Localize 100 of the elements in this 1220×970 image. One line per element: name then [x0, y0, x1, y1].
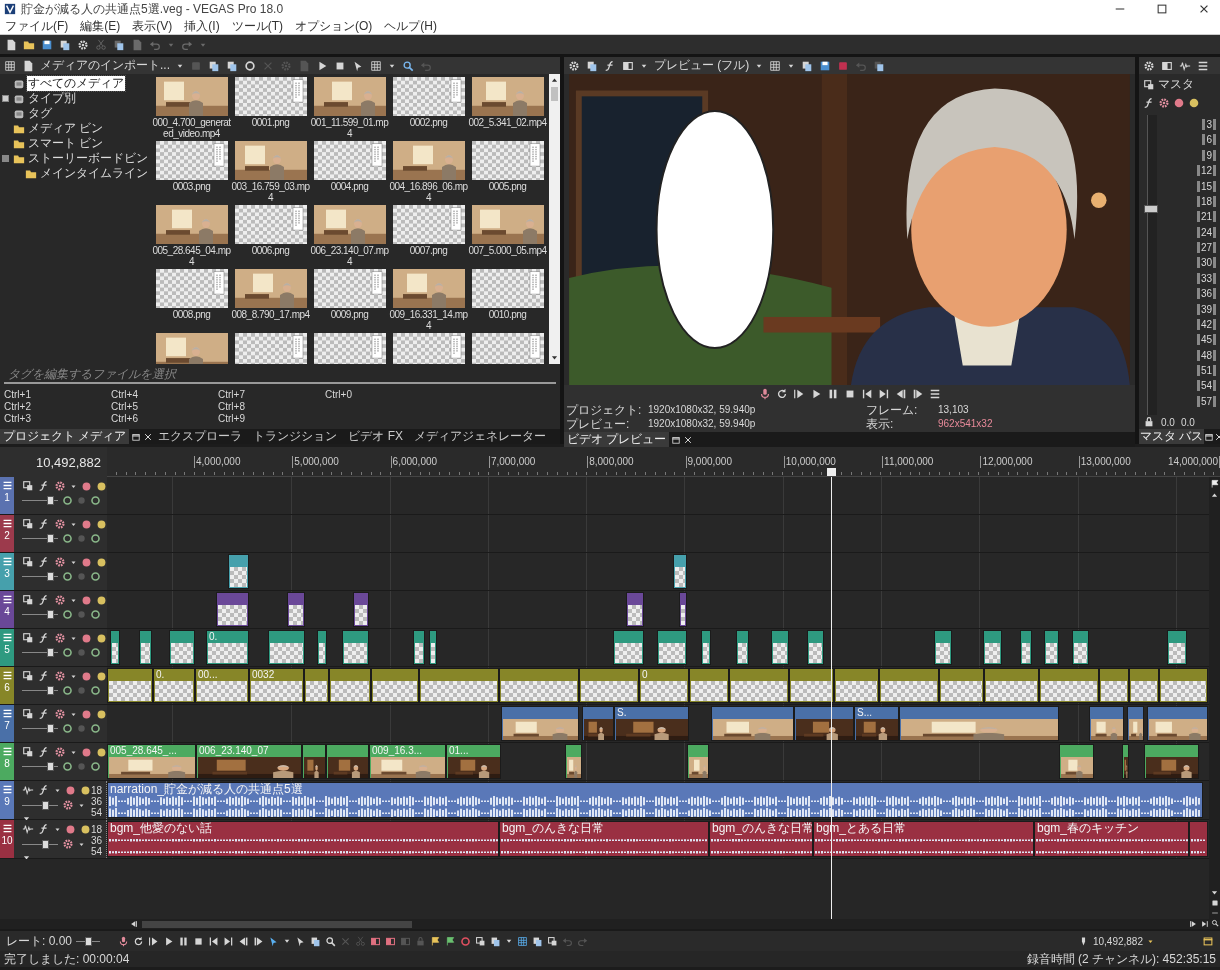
shortcut-label: Ctrl+4: [111, 389, 139, 401]
tree-item[interactable]: メインタイムライン: [39, 166, 149, 181]
scale-label: 54: [1196, 380, 1216, 392]
track-color-strip[interactable]: 1: [0, 477, 14, 514]
channel-scale-label: 36: [91, 835, 104, 846]
clip[interactable]: bgm_春のキッチン: [1034, 821, 1189, 857]
ruler-label: 5,000,000: [292, 456, 339, 468]
shortcut-label: Ctrl+5: [111, 401, 139, 413]
scale-label: 42: [1196, 318, 1216, 330]
track-color-strip[interactable]: 4: [0, 591, 14, 628]
tag-field[interactable]: タグを編集するファイルを選択: [4, 366, 556, 384]
file-name: 0004.png: [329, 181, 370, 192]
ruler-label: 8,000,000: [587, 456, 634, 468]
track-color-strip[interactable]: 10: [0, 820, 14, 858]
channel-scale-label: 36: [91, 796, 104, 807]
tab[interactable]: プロジェクト メディア: [0, 429, 130, 444]
file-name: 0002.png: [408, 117, 449, 128]
clip[interactable]: bgm_のんきな日常: [499, 821, 709, 857]
file-name: 0009.png: [329, 309, 370, 320]
clip[interactable]: bgm_のんきな日常: [709, 821, 813, 857]
shortcut-label: Ctrl+6: [111, 413, 139, 425]
track-color-strip[interactable]: 2: [0, 515, 14, 552]
menu-item[interactable]: 挿入(I): [184, 18, 220, 34]
tab[interactable]: マスタ バス: [1139, 429, 1205, 444]
tree-item[interactable]: スマート ビン: [27, 136, 105, 151]
scale-label: 45: [1196, 334, 1216, 346]
tree-item[interactable]: すべてのメディア: [27, 76, 125, 91]
track-color-strip[interactable]: 9: [0, 781, 14, 819]
tree-item[interactable]: メディア ビン: [27, 121, 105, 136]
clip[interactable]: bgm_他愛のない話: [107, 821, 499, 857]
track-number: 2: [4, 530, 10, 541]
shortcut-label: Ctrl+8: [218, 401, 246, 413]
scale-label: 3: [1202, 119, 1216, 130]
tree-item[interactable]: タグ: [27, 106, 53, 121]
clip-title: 005_28.645_...: [110, 745, 177, 757]
level-reading: 0.0: [1180, 416, 1195, 428]
clip[interactable]: 0.: [153, 668, 195, 703]
status-text: 完了しました: 00:00:04: [4, 950, 130, 968]
shortcut-label: Ctrl+9: [218, 413, 246, 425]
track-color-strip[interactable]: 6: [0, 667, 14, 704]
level-reading: 0.0: [1161, 416, 1175, 428]
menu-item[interactable]: 編集(E): [80, 18, 121, 34]
tab[interactable]: ビデオ プレビュー: [564, 432, 670, 447]
channel-scale-label: 54: [91, 807, 104, 818]
clip[interactable]: S...: [854, 706, 899, 741]
clip[interactable]: 0: [639, 668, 689, 703]
clip[interactable]: 00...: [195, 668, 249, 703]
clip-title: 009_16.3...: [372, 745, 423, 757]
file-name: 0008.png: [171, 309, 212, 320]
file-name: 0005.png: [487, 181, 528, 192]
ruler-label: 13,000,000: [1078, 456, 1131, 468]
menu-item[interactable]: 表示(V): [132, 18, 173, 34]
scale-label: 24: [1196, 226, 1216, 238]
tree-item[interactable]: タイプ別: [27, 91, 77, 106]
track-number: 3: [4, 568, 10, 579]
clip[interactable]: S.: [614, 706, 689, 741]
file-name: 006_23.140_07.mp4: [310, 245, 389, 267]
file-name: 0001.png: [250, 117, 291, 128]
file-name: 0006.png: [250, 245, 291, 256]
info-label: プレビュー:: [566, 417, 631, 431]
scale-label: 48: [1196, 349, 1216, 361]
menu-item[interactable]: ヘルプ(H): [384, 18, 437, 34]
file-name: 004_16.896_06.mp4: [389, 181, 468, 203]
scale-label: 36: [1196, 288, 1216, 300]
menu-item[interactable]: ツール(T): [231, 18, 283, 34]
menu-item[interactable]: ファイル(F): [5, 18, 69, 34]
tree-item[interactable]: ストーリーボードビン: [27, 151, 149, 166]
clip-title: S...: [857, 707, 872, 719]
track-number: 1: [4, 492, 10, 503]
info-label: フレーム:: [866, 403, 919, 417]
master-label: マスタ: [1158, 76, 1194, 93]
file-name: 008_8.790_17.mp4: [231, 309, 310, 320]
ruler-label: 7,000,000: [488, 456, 536, 468]
scale-label: 15: [1196, 180, 1216, 192]
file-name: 009_16.331_14.mp4: [389, 309, 468, 331]
tab[interactable]: トランジション: [250, 429, 344, 444]
ruler-label: 4,000,000: [194, 456, 241, 468]
track-number: 9: [4, 796, 10, 807]
file-name: 007_5.000_05.mp4: [468, 245, 547, 256]
track-lane[interactable]: 0. 00... 0032 0: [107, 667, 1209, 704]
tab[interactable]: メディアジェネレーター: [411, 429, 552, 444]
preview-quality-dropdown[interactable]: プレビュー (フル): [654, 58, 750, 73]
timeline-ruler[interactable]: 4,000,000 5,000,000 6,000,000 7,000,000 8,000,000 9,000,000 10,000,000 11,000,000 12,000,000 13,000,000 14,000,000: [107, 447, 1220, 477]
track-number: 5: [4, 644, 10, 655]
shortcut-label: Ctrl+2: [4, 401, 32, 413]
ruler-label: 11,000,000: [882, 456, 934, 468]
tab[interactable]: ビデオ FX: [345, 429, 409, 444]
menu-item[interactable]: オプション(O): [295, 18, 373, 34]
scale-label: 33: [1196, 272, 1216, 284]
track-color-strip[interactable]: 7: [0, 705, 14, 742]
channel-scale-label: 18: [91, 785, 104, 796]
clip[interactable]: 0032: [249, 668, 304, 703]
clip-title: bgm_他愛のない話: [110, 822, 213, 834]
clip-title: bgm_春のキッチン: [1037, 822, 1140, 834]
track-number: 8: [4, 758, 10, 769]
info-value: 13,103: [938, 403, 969, 417]
window-title: 貯金が減る人の共通点5選.veg - VEGAS Pro 18.0: [21, 0, 285, 18]
tab[interactable]: エクスプローラ: [155, 429, 249, 444]
clip-title: 0.: [156, 669, 165, 681]
cursor-position: 10,492,882: [1092, 935, 1143, 947]
